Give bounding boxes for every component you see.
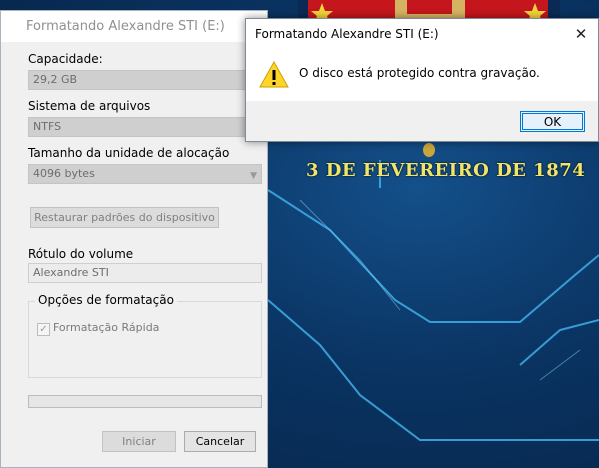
quick-format-label: Formatação Rápida bbox=[53, 321, 160, 334]
message-box-title: Formatando Alexandre STI (E:) bbox=[255, 27, 439, 41]
format-dialog-title: Formatando Alexandre STI (E:) bbox=[26, 19, 225, 34]
allocation-label: Tamanho da unidade de alocação bbox=[28, 146, 230, 160]
warning-message-box: Formatando Alexandre STI (E:) ✕ O disco … bbox=[245, 18, 599, 142]
filesystem-label: Sistema de arquivos bbox=[28, 99, 151, 113]
cancel-button[interactable]: Cancelar bbox=[184, 431, 256, 452]
volume-label-label: Rótulo do volume bbox=[28, 247, 134, 261]
filesystem-combo[interactable]: NTFS bbox=[28, 117, 262, 137]
message-box-content: O disco está protegido contra gravação. bbox=[246, 49, 598, 101]
wallpaper-date-text: 3 DE FEVEREIRO DE 1874 bbox=[306, 160, 586, 181]
checkmark-icon: ✓ bbox=[39, 324, 48, 335]
chevron-down-icon: ▼ bbox=[250, 171, 257, 181]
close-icon[interactable]: ✕ bbox=[564, 19, 598, 49]
ok-button[interactable]: OK bbox=[520, 111, 585, 132]
message-text: O disco está protegido contra gravação. bbox=[299, 66, 540, 80]
format-progress-bar bbox=[28, 395, 262, 408]
filesystem-value: NTFS bbox=[33, 120, 62, 133]
capacity-value: 29,2 GB bbox=[33, 73, 78, 86]
restore-defaults-button[interactable]: Restaurar padrões do dispositivo bbox=[30, 207, 219, 228]
message-box-titlebar[interactable]: Formatando Alexandre STI (E:) ✕ bbox=[246, 19, 598, 49]
volume-label-value: Alexandre STI bbox=[33, 266, 109, 279]
format-options-group: Opções de formatação ✓ Formatação Rápida bbox=[28, 293, 262, 378]
allocation-combo[interactable]: 4096 bytes ▼ bbox=[28, 164, 262, 184]
format-options-legend: Opções de formatação bbox=[35, 293, 177, 307]
start-button[interactable]: Iniciar bbox=[102, 431, 176, 452]
allocation-value: 4096 bytes bbox=[33, 167, 95, 180]
format-dialog: Formatando Alexandre STI (E:) Capacidade… bbox=[0, 10, 268, 468]
quick-format-checkbox[interactable]: ✓ bbox=[37, 323, 50, 336]
warning-icon bbox=[259, 60, 289, 88]
capacity-combo[interactable]: 29,2 GB bbox=[28, 70, 262, 90]
format-dialog-titlebar[interactable]: Formatando Alexandre STI (E:) bbox=[1, 11, 267, 42]
capacity-label: Capacidade: bbox=[28, 52, 103, 66]
volume-label-input[interactable]: Alexandre STI bbox=[28, 263, 262, 283]
